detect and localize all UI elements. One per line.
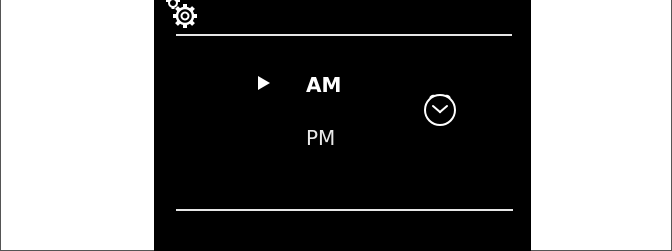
play-arrow-icon — [258, 76, 270, 90]
bottom-divider — [176, 209, 513, 211]
clock-icon — [424, 94, 456, 126]
display-screen: AM PM — [154, 0, 531, 251]
option-am[interactable]: AM — [306, 73, 341, 97]
option-pm[interactable]: PM — [306, 126, 335, 150]
ampm-option-list: AM PM — [154, 0, 531, 251]
device-frame: AM PM — [0, 0, 672, 251]
